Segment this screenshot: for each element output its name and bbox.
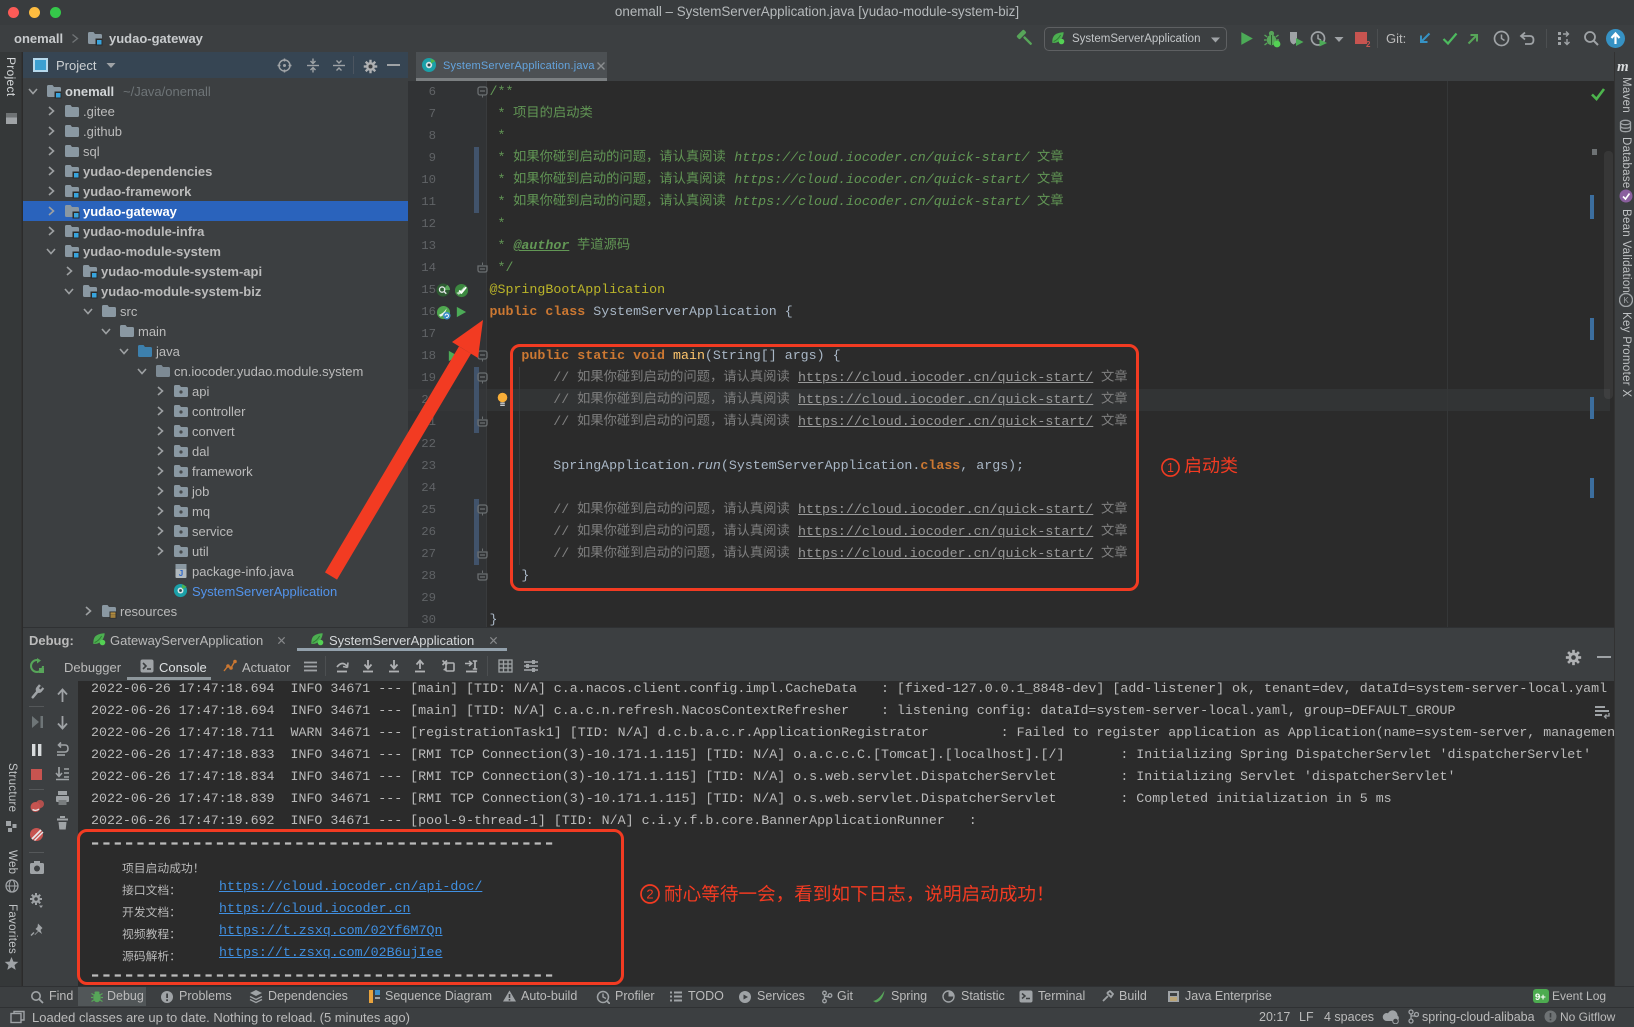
- svg-text:J: J: [179, 569, 183, 578]
- svg-text:1: 1: [1167, 461, 1174, 475]
- svg-text:K: K: [1623, 296, 1629, 305]
- svg-text:2: 2: [646, 887, 653, 902]
